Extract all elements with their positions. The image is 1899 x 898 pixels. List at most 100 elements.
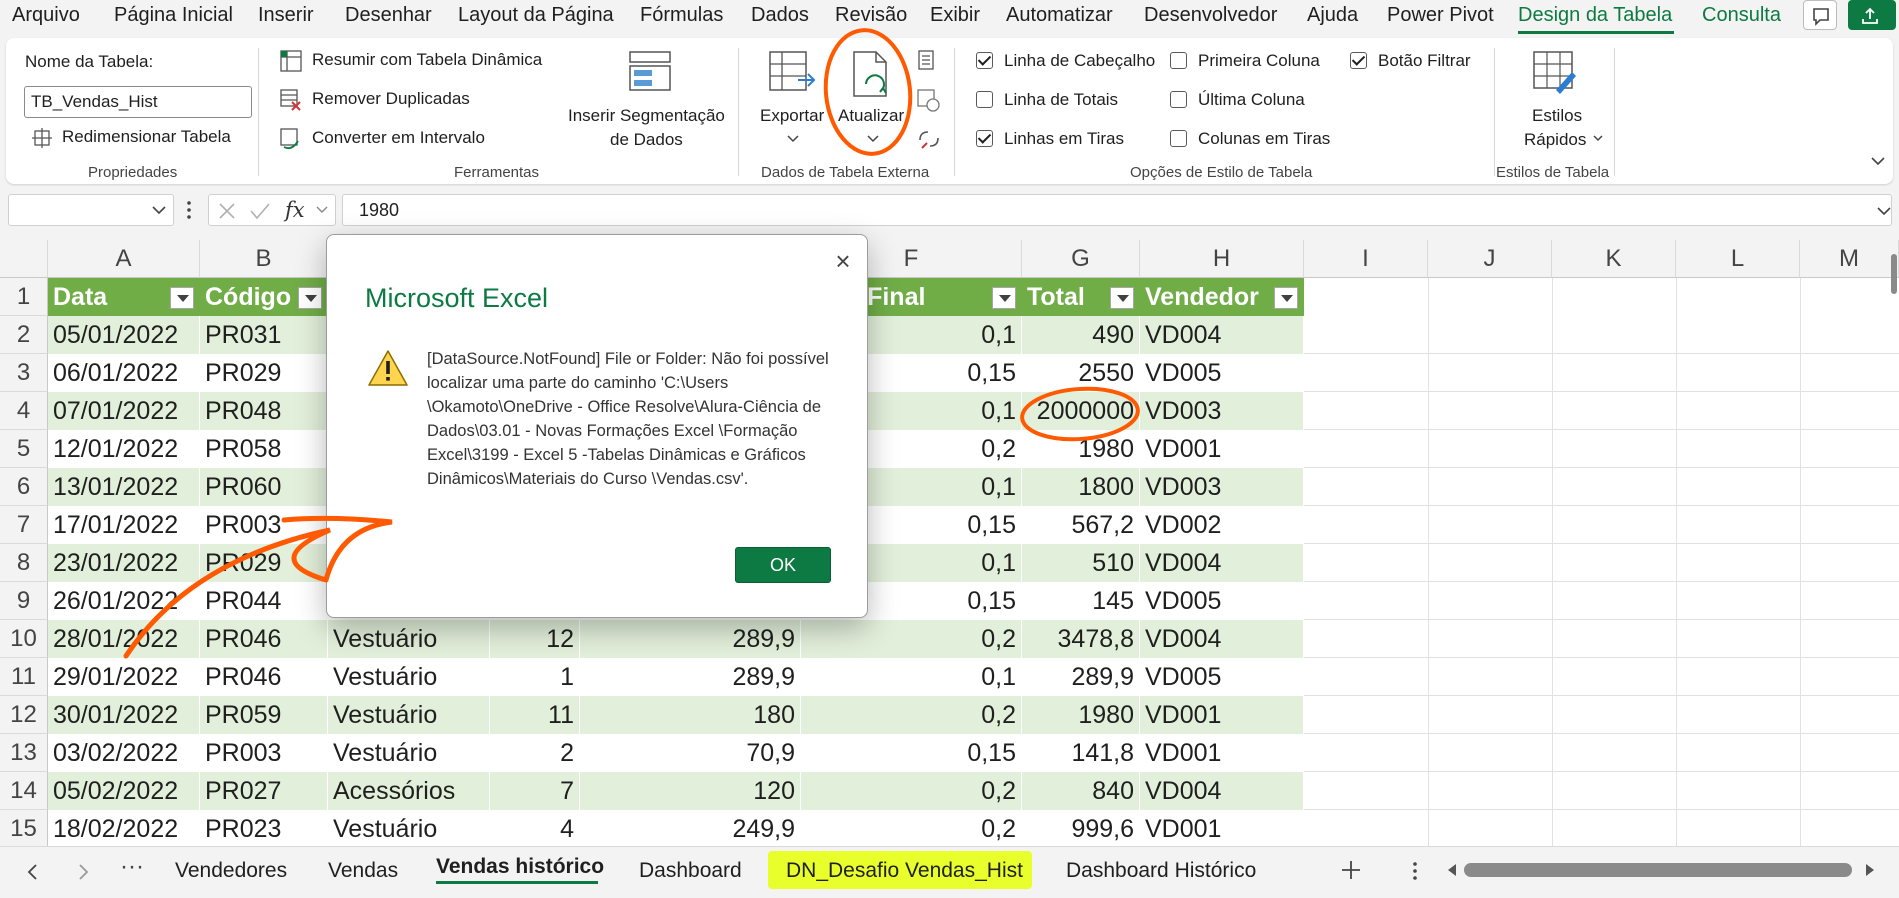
cell-data[interactable]: 05/02/2022 (48, 772, 200, 810)
total-row-option[interactable]: Linha de Totais (972, 87, 1162, 113)
cell-vendedor[interactable]: VD005 (1140, 582, 1304, 620)
banded-rows-option[interactable]: Linhas em Tiras (972, 126, 1162, 152)
sheet-options-icon[interactable] (1412, 861, 1418, 881)
scroll-left-icon[interactable] (1446, 863, 1458, 877)
sheet-tab-dashboard-historico[interactable]: Dashboard Histórico (1066, 859, 1256, 883)
row-header[interactable]: 14 (0, 772, 48, 810)
sheet-tab-vendas-historico[interactable]: Vendas histórico (436, 855, 604, 879)
filter-dropdown-button[interactable] (170, 287, 194, 309)
cell-data[interactable]: 07/01/2022 (48, 392, 200, 430)
insert-function-icon[interactable]: fx (285, 198, 305, 222)
row-header[interactable]: 15 (0, 810, 48, 846)
row-header[interactable]: 10 (0, 620, 48, 658)
collapse-ribbon-icon[interactable] (1870, 156, 1886, 168)
last-column-option[interactable]: Última Coluna (1166, 87, 1336, 113)
cell-categoria[interactable]: Vestuário (328, 734, 490, 772)
column-header-m[interactable]: M (1800, 240, 1899, 278)
menu-pagina-inicial[interactable]: Página Inicial (114, 4, 233, 27)
menu-inserir[interactable]: Inserir (258, 4, 314, 27)
cell-data[interactable]: 12/01/2022 (48, 430, 200, 468)
horizontal-scrollbar[interactable] (1464, 863, 1852, 877)
cell-vendedor[interactable]: VD004 (1140, 316, 1304, 354)
open-in-browser-icon[interactable] (916, 88, 940, 112)
chevron-left-icon[interactable] (26, 863, 40, 881)
cell-quantidade[interactable]: 4 (490, 810, 580, 846)
filter-dropdown-button[interactable] (992, 287, 1016, 309)
cell-codigo[interactable]: PR003 (200, 734, 328, 772)
banded-columns-checkbox[interactable] (1170, 130, 1187, 147)
cell-total[interactable]: 2000000 (1022, 392, 1140, 430)
cell-codigo[interactable]: PR044 (200, 582, 328, 620)
sheet-tab-dn-desafio[interactable]: DN_Desafio Vendas_Hist (786, 859, 1023, 883)
column-header-g[interactable]: G (1022, 240, 1140, 278)
cell-total[interactable]: 141,8 (1022, 734, 1140, 772)
cell-vendedor[interactable]: VD004 (1140, 620, 1304, 658)
select-all-corner[interactable] (0, 240, 48, 278)
menu-exibir[interactable]: Exibir (930, 4, 980, 27)
cell-vendedor[interactable]: VD005 (1140, 354, 1304, 392)
menu-layout-pagina[interactable]: Layout da Página (458, 4, 614, 27)
row-header[interactable]: 5 (0, 430, 48, 468)
cell-categoria[interactable]: Vestuário (328, 620, 490, 658)
chevron-right-icon[interactable] (76, 863, 90, 881)
properties-small-icon[interactable] (916, 50, 938, 72)
filter-dropdown-button[interactable] (298, 287, 322, 309)
sheet-tab-vendedores[interactable]: Vendedores (175, 859, 287, 883)
header-row-checkbox[interactable] (976, 52, 993, 69)
cell-data[interactable]: 28/01/2022 (48, 620, 200, 658)
menu-desenhar[interactable]: Desenhar (345, 4, 432, 27)
cell-vendedor[interactable]: VD005 (1140, 658, 1304, 696)
insert-slicer-button[interactable]: Inserir Segmentação de Dados (562, 46, 738, 154)
row-header[interactable]: 11 (0, 658, 48, 696)
cell-codigo[interactable]: PR027 (200, 772, 328, 810)
cell-preco[interactable]: 249,9 (580, 810, 801, 846)
cell-vendedor[interactable]: VD004 (1140, 544, 1304, 582)
menu-dados[interactable]: Dados (751, 4, 809, 27)
cell-categoria[interactable]: Acessórios (328, 772, 490, 810)
filter-button-option[interactable]: Botão Filtrar (1346, 48, 1496, 74)
cell-total[interactable]: 1980 (1022, 430, 1140, 468)
banded-columns-option[interactable]: Colunas em Tiras (1166, 126, 1346, 152)
cell-codigo[interactable]: PR031 (200, 316, 328, 354)
menu-ajuda[interactable]: Ajuda (1307, 4, 1358, 27)
menu-design-tabela[interactable]: Design da Tabela (1518, 4, 1672, 27)
cell-total[interactable]: 145 (1022, 582, 1140, 620)
spreadsheet-grid[interactable]: A B F G H I J K L M 1DataCódigoonto Fina… (0, 240, 1899, 846)
cell-preco[interactable]: 180 (580, 696, 801, 734)
column-header-i[interactable]: I (1304, 240, 1428, 278)
cell-data[interactable]: 26/01/2022 (48, 582, 200, 620)
quick-styles-button[interactable]: Estilos Rápidos (1506, 46, 1606, 154)
cell-quantidade[interactable]: 12 (490, 620, 580, 658)
menu-consulta[interactable]: Consulta (1702, 4, 1781, 27)
cell-total[interactable]: 840 (1022, 772, 1140, 810)
remove-duplicates-button[interactable]: Remover Duplicadas (276, 85, 476, 113)
cell-total[interactable]: 1800 (1022, 468, 1140, 506)
name-box[interactable] (8, 194, 174, 226)
cell-data[interactable]: 17/01/2022 (48, 506, 200, 544)
cell-data[interactable]: 13/01/2022 (48, 468, 200, 506)
header-row-option[interactable]: Linha de Cabeçalho (972, 48, 1162, 74)
sheet-tab-dashboard[interactable]: Dashboard (639, 859, 742, 883)
cell-codigo[interactable]: PR060 (200, 468, 328, 506)
cell-data[interactable]: 05/01/2022 (48, 316, 200, 354)
cell-codigo[interactable]: PR029 (200, 354, 328, 392)
cell-preco[interactable]: 289,9 (580, 620, 801, 658)
cell-categoria[interactable]: Vestuário (328, 658, 490, 696)
column-header-k[interactable]: K (1552, 240, 1676, 278)
row-header[interactable]: 6 (0, 468, 48, 506)
column-header-b[interactable]: B (200, 240, 328, 278)
row-header[interactable]: 13 (0, 734, 48, 772)
filter-button-checkbox[interactable] (1350, 52, 1367, 69)
row-header[interactable]: 8 (0, 544, 48, 582)
cell-vendedor[interactable]: VD002 (1140, 506, 1304, 544)
cell-vendedor[interactable]: VD003 (1140, 392, 1304, 430)
menu-desenvolvedor[interactable]: Desenvolvedor (1144, 4, 1277, 27)
filter-dropdown-button[interactable] (1110, 287, 1134, 309)
cell-codigo[interactable]: PR046 (200, 658, 328, 696)
row-header[interactable]: 4 (0, 392, 48, 430)
cell-desconto-final[interactable]: 0,2 (801, 772, 1022, 810)
comments-button[interactable] (1803, 0, 1837, 30)
ok-button[interactable]: OK (735, 547, 831, 583)
total-row-checkbox[interactable] (976, 91, 993, 108)
cell-vendedor[interactable]: VD001 (1140, 430, 1304, 468)
